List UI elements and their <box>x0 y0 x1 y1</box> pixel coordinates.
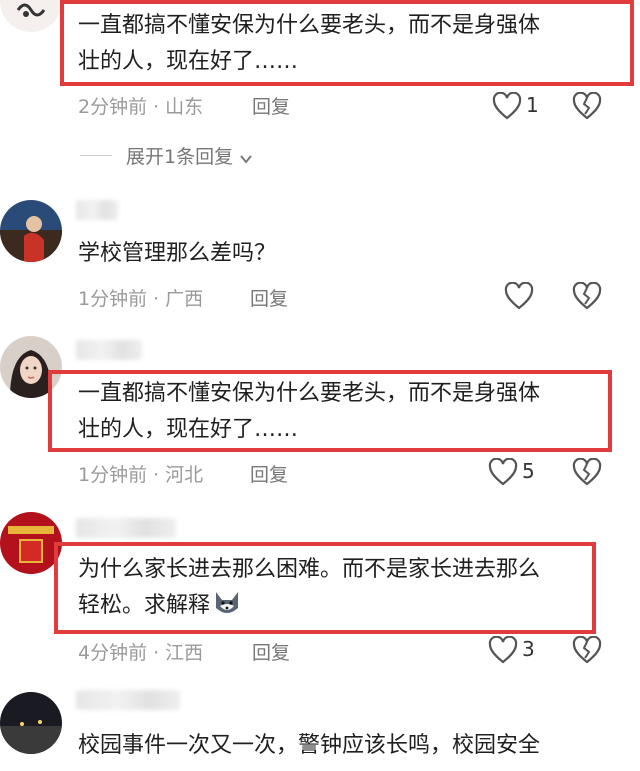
comment-time: 1分钟前 <box>78 464 148 486</box>
comment-meta: 4分钟前 · 江西 <box>78 638 203 665</box>
heart-outline-icon[interactable] <box>504 282 534 310</box>
comment-text: 校园事件一次又一次，警钟应该长鸣，校园安全 <box>78 728 540 764</box>
reply-button[interactable]: 回复 <box>252 92 290 119</box>
expand-replies-button[interactable]: 展开1条回复 <box>80 142 253 169</box>
heart-outline-icon[interactable] <box>492 92 522 120</box>
highlight-box <box>60 0 634 86</box>
comment-location: 河北 <box>165 464 204 486</box>
avatar[interactable] <box>0 512 62 574</box>
meta-separator: · <box>153 642 160 664</box>
like-count: 3 <box>522 637 535 661</box>
comment-time: 4分钟前 <box>78 642 148 664</box>
like-count: 1 <box>526 93 539 117</box>
divider <box>80 155 112 156</box>
heart-outline-icon[interactable] <box>488 458 518 486</box>
expand-replies-label: 展开1条回复 <box>126 146 234 168</box>
meta-separator: · <box>153 288 160 310</box>
highlight-box <box>54 542 596 634</box>
comment-meta: 1分钟前 · 河北 <box>78 460 203 487</box>
comment-meta: 2分钟前 · 山东 <box>78 92 203 119</box>
broken-heart-icon[interactable] <box>572 282 602 310</box>
meta-separator: · <box>153 96 160 118</box>
comment-time: 2分钟前 <box>78 96 148 118</box>
comment-location: 江西 <box>165 642 204 664</box>
like-count: 5 <box>522 459 535 483</box>
avatar[interactable] <box>0 692 62 754</box>
comment-meta: 1分钟前 · 广西 <box>78 284 203 311</box>
username-blurred <box>76 518 176 538</box>
comment-time: 1分钟前 <box>78 288 148 310</box>
chevron-down-icon <box>239 149 253 164</box>
broken-heart-icon[interactable] <box>572 458 602 486</box>
meta-separator: · <box>153 464 160 486</box>
broken-heart-icon[interactable] <box>572 92 602 120</box>
comment-text: 学校管理那么差吗？ <box>78 236 276 272</box>
comment-text-line: 学校管理那么差吗？ <box>78 241 277 266</box>
broken-heart-icon[interactable] <box>572 636 602 664</box>
comment-location: 广西 <box>165 288 204 310</box>
avatar[interactable] <box>0 200 62 262</box>
reply-button[interactable]: 回复 <box>252 638 290 665</box>
reply-button[interactable]: 回复 <box>250 460 288 487</box>
username-blurred <box>76 340 142 360</box>
comment-location: 山东 <box>165 96 204 118</box>
heart-outline-icon[interactable] <box>488 636 518 664</box>
username-blurred <box>76 690 180 710</box>
highlight-box <box>48 370 612 452</box>
reply-button[interactable]: 回复 <box>250 284 288 311</box>
username-blurred <box>76 200 118 220</box>
avatar[interactable] <box>0 0 62 32</box>
comment-text-line: 校园事件一次又一次，警钟应该长鸣，校园安全 <box>78 733 541 758</box>
